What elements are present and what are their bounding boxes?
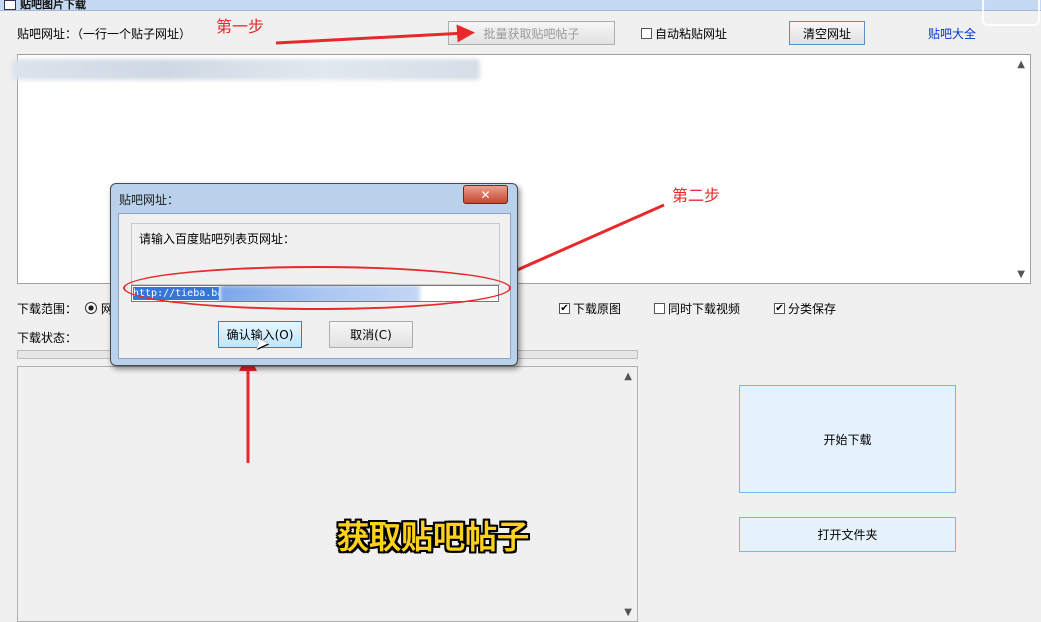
mouse-cursor-icon: ➤ [254,333,270,354]
cancel-button[interactable]: 取消(C) [329,321,413,348]
dialog-prompt: 请输入百度贴吧列表页网址： [139,232,296,246]
dialog-close-button[interactable]: ✕ [463,185,508,204]
step1-arrow [275,24,475,45]
close-icon: ✕ [480,187,491,202]
input-highlight-ellipse [123,266,511,310]
step2-annotation: 第二步 [672,186,721,205]
video-caption: 获取贴吧帖子 [337,518,530,556]
dialog-title: 贴吧网址： [119,193,180,207]
